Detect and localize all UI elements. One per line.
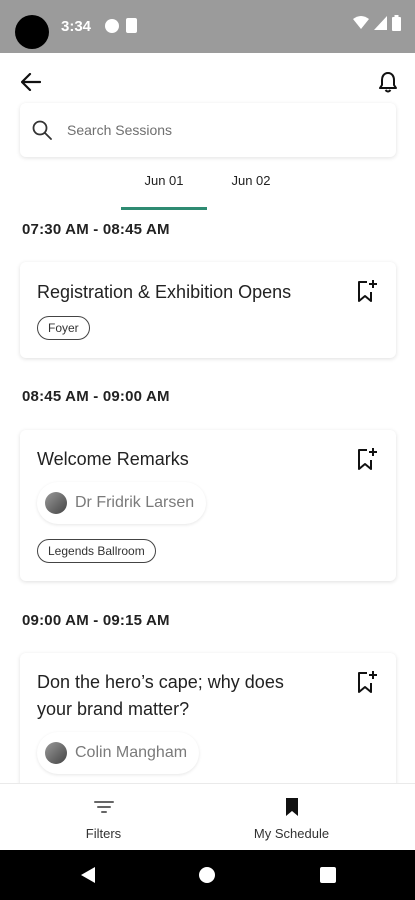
speaker-name: Colin Mangham <box>75 744 188 761</box>
time-slot-label: 07:30 AM - 08:45 AM <box>22 221 170 238</box>
session-title: Registration & Exhibition Opens <box>37 282 292 302</box>
arrow-left-icon <box>21 73 41 91</box>
tab-jun-02[interactable]: Jun 02 <box>210 173 292 188</box>
bookmark-add-icon[interactable] <box>356 447 378 471</box>
search-input[interactable] <box>67 116 367 144</box>
session-title: Welcome Remarks <box>37 449 189 469</box>
session-title-line-2: your brand matter? <box>37 699 190 719</box>
nav-my-schedule-label: My Schedule <box>253 826 330 841</box>
tab-jun-01[interactable]: Jun 01 <box>121 173 207 188</box>
system-home-icon[interactable] <box>199 867 215 883</box>
avatar <box>45 742 67 764</box>
battery-icon <box>392 15 401 31</box>
search-box[interactable] <box>20 103 396 157</box>
system-back-icon[interactable] <box>80 866 96 884</box>
bottom-nav: Filters My Schedule <box>0 783 415 850</box>
time-slot-label: 08:45 AM - 09:00 AM <box>22 388 170 405</box>
status-time: 3:34 <box>61 18 92 35</box>
wifi-icon <box>353 16 369 29</box>
search-icon <box>32 120 52 140</box>
back-button[interactable] <box>14 67 48 97</box>
filter-icon <box>93 796 114 818</box>
tab-selected-indicator <box>121 207 207 210</box>
session-title-line-1: Don the hero’s cape; why does <box>37 672 284 692</box>
sim-card-icon <box>126 18 137 33</box>
speaker-chip[interactable]: Dr Fridrik Larsen <box>37 482 207 524</box>
location-tag: Legends Ballroom <box>37 539 156 563</box>
bookmark-icon <box>285 796 299 818</box>
session-card[interactable]: Registration & Exhibition Opens Foyer <box>20 262 396 358</box>
bookmark-add-icon[interactable] <box>356 279 378 303</box>
date-tabs: Jun 01 Jun 02 <box>0 163 415 211</box>
bell-icon <box>379 72 397 93</box>
status-right-icons <box>353 15 401 31</box>
notifications-button[interactable] <box>373 67 403 97</box>
system-nav-bar <box>0 850 415 900</box>
time-slot-label: 09:00 AM - 09:15 AM <box>22 612 170 629</box>
speaker-chip[interactable]: Colin Mangham <box>37 732 200 774</box>
status-bar: 3:34 <box>0 0 415 53</box>
signal-icon <box>374 16 387 30</box>
session-card[interactable]: Don the hero’s cape; why does your brand… <box>20 653 396 783</box>
notification-dot-icon <box>105 19 119 33</box>
session-list[interactable]: 07:30 AM - 08:45 AM Registration & Exhib… <box>0 212 415 783</box>
app-header <box>0 53 415 105</box>
system-recents-icon[interactable] <box>320 867 336 883</box>
bookmark-add-icon[interactable] <box>356 670 378 694</box>
location-tag: Foyer <box>37 316 90 340</box>
nav-filters[interactable]: Filters <box>0 784 207 851</box>
camera-cutout <box>15 15 49 49</box>
session-card[interactable]: Welcome Remarks Dr Fridrik Larsen Legend… <box>20 430 396 581</box>
nav-my-schedule[interactable]: My Schedule <box>188 784 395 851</box>
nav-filters-label: Filters <box>85 826 122 841</box>
speaker-name: Dr Fridrik Larsen <box>75 494 195 511</box>
avatar <box>45 492 67 514</box>
